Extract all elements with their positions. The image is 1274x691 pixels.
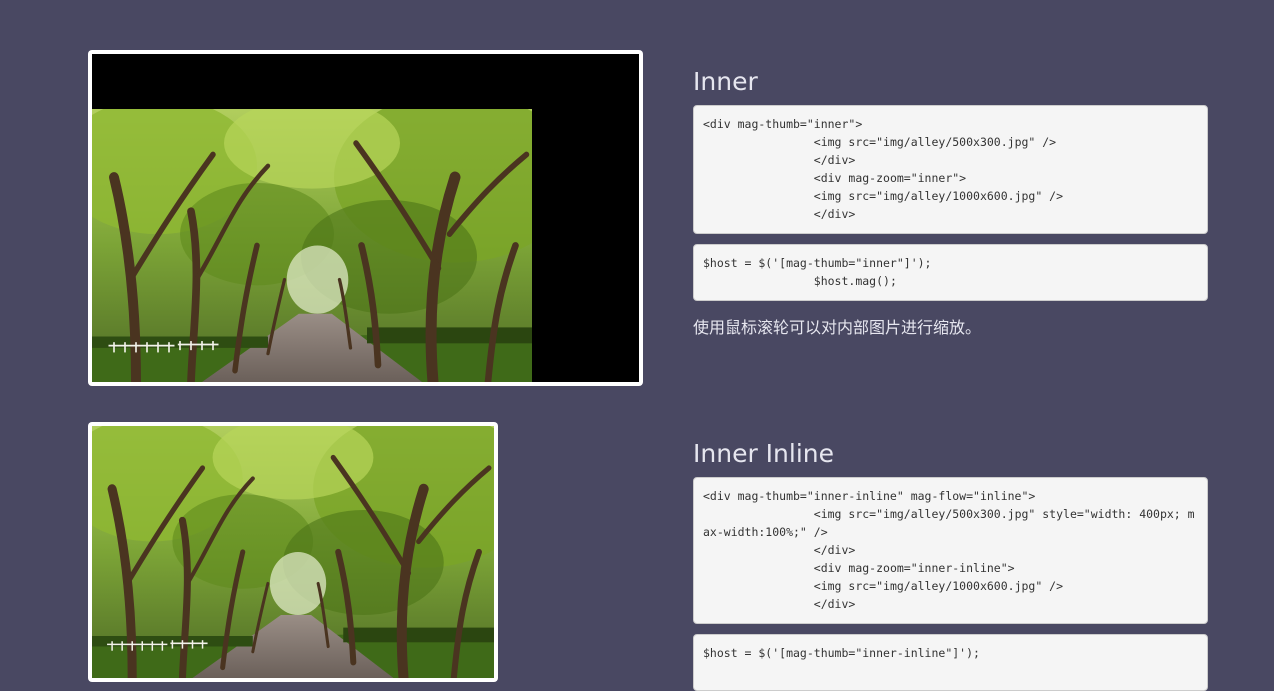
thumb-viewport-inner-inline[interactable] [92, 426, 494, 678]
thumb-frame-inner-inline[interactable] [88, 422, 498, 682]
html-code-block: <div mag-thumb="inner"> <img src="img/al… [693, 105, 1208, 234]
section-title: Inner [693, 67, 758, 96]
text-column-inner: Inner <div mag-thumb="inner"> <img src="… [693, 66, 1208, 338]
thumb-frame-inner[interactable] [88, 50, 643, 386]
section-description: 使用鼠标滚轮可以对内部图片进行缩放。 [693, 318, 982, 337]
alley-photo-icon [92, 109, 532, 382]
alley-photo-icon [92, 426, 494, 678]
section-title: Inner Inline [693, 439, 835, 468]
html-code-block: <div mag-thumb="inner-inline" mag-flow="… [693, 477, 1208, 624]
thumb-viewport-inner[interactable] [92, 54, 639, 382]
section-inner: Inner <div mag-thumb="inner"> <img src="… [0, 0, 1274, 410]
section-inner-inline: Inner Inline <div mag-thumb="inner-inlin… [0, 410, 1274, 691]
js-code-block: $host = $('[mag-thumb="inner"]'); $host.… [693, 244, 1208, 301]
text-column-inner-inline: Inner Inline <div mag-thumb="inner-inlin… [693, 438, 1208, 691]
